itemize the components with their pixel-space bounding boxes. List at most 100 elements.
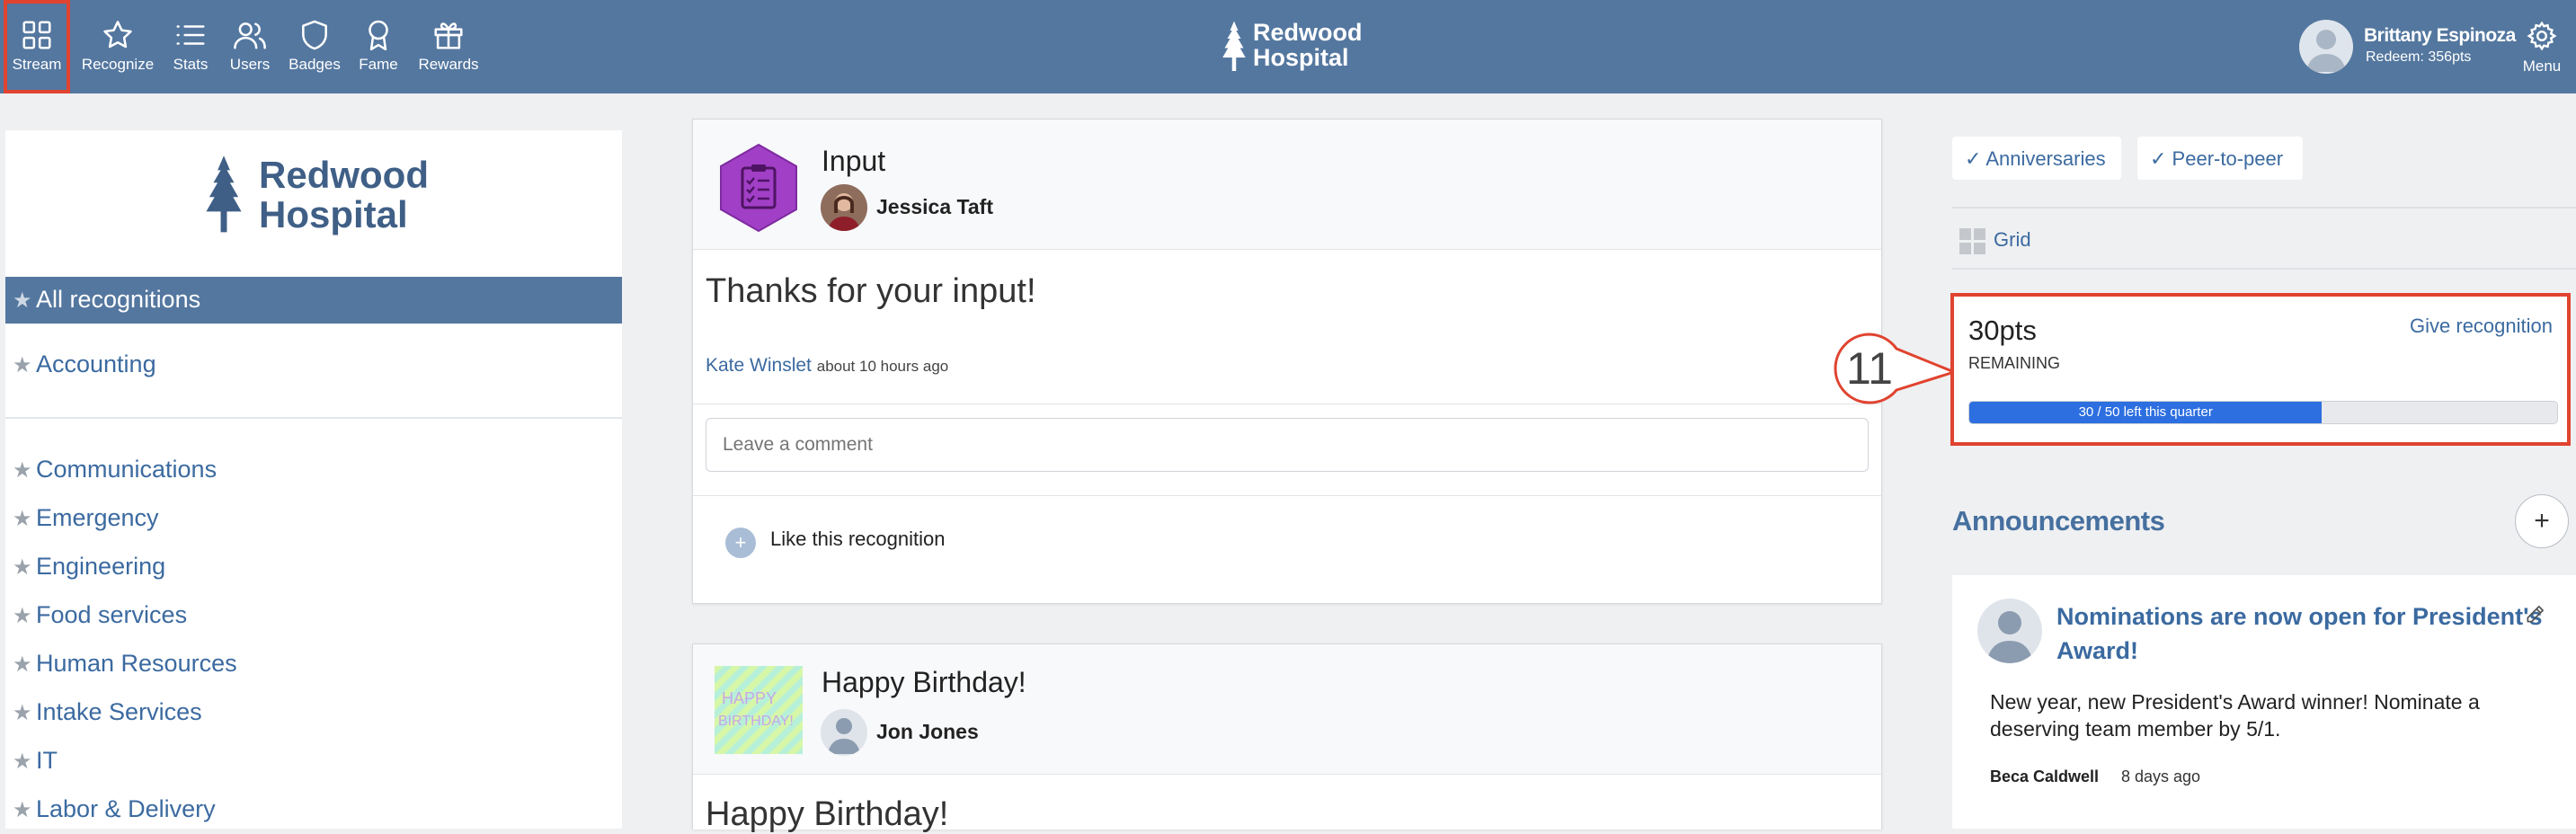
star-icon: ★ bbox=[13, 701, 32, 725]
recognition-card-header: HAPPY BIRTHDAY! Happy Birthday! Jon Jone… bbox=[693, 644, 1881, 775]
award-icon bbox=[369, 20, 388, 51]
give-recognition-link[interactable]: Give recognition bbox=[2410, 315, 2553, 338]
badge-checklist-icon[interactable] bbox=[718, 143, 799, 233]
comment-input[interactable] bbox=[706, 419, 1857, 471]
sidebar-item-label: Communications bbox=[36, 456, 218, 483]
sidebar-item-labor-delivery[interactable]: ★ Labor & Delivery bbox=[5, 786, 622, 833]
star-icon: ★ bbox=[13, 798, 32, 822]
sidebar-item-accounting[interactable]: ★ Accounting bbox=[5, 342, 622, 388]
recognition-message: Thanks for your input! bbox=[706, 272, 1036, 310]
step-number-label: 11 bbox=[1846, 343, 1893, 394]
recipient-name[interactable]: Jessica Taft bbox=[876, 195, 993, 219]
recipient-name[interactable]: Jon Jones bbox=[876, 720, 979, 744]
sidebar-item-label: Engineering bbox=[36, 553, 166, 580]
announcement-title-line2[interactable]: Award! bbox=[2056, 634, 2138, 667]
nav-stream-label: Stream bbox=[12, 56, 62, 73]
user-name[interactable]: Brittany Espinoza bbox=[2364, 25, 2516, 47]
sidebar-item-all-recognitions[interactable]: ★ All recognitions bbox=[5, 277, 622, 324]
sidebar-item-label: All recognitions bbox=[36, 286, 201, 313]
nav-stream[interactable]: Stream bbox=[4, 0, 70, 93]
announcement-body-line1: New year, new President's Award winner! … bbox=[1990, 690, 2480, 714]
sidebar-item-label: Food services bbox=[36, 601, 188, 628]
menu-button[interactable]: Menu bbox=[2517, 0, 2567, 93]
nav-badges-label: Badges bbox=[289, 56, 341, 73]
filter-peer-to-peer[interactable]: ✓ Peer-to-peer bbox=[2137, 137, 2303, 180]
nav-recognize-label: Recognize bbox=[81, 56, 155, 73]
badge-title[interactable]: Happy Birthday! bbox=[822, 666, 1026, 699]
star-icon: ★ bbox=[13, 507, 32, 531]
sidebar-item-label: Human Resources bbox=[36, 650, 237, 677]
brand-name-line2: Hospital bbox=[1253, 44, 1349, 71]
nav-stats[interactable]: Stats bbox=[167, 0, 214, 93]
filter-label: ✓ Anniversaries bbox=[1965, 147, 2106, 170]
grid-view-icon bbox=[1959, 228, 1985, 254]
nav-stats-label: Stats bbox=[173, 56, 209, 73]
recognition-byline: Kate Winslet about 10 hours ago bbox=[706, 355, 948, 377]
recognition-card-header: Input Jessica Taft bbox=[693, 120, 1881, 250]
sidebar-divider bbox=[5, 417, 622, 419]
recognition-time: about 10 hours ago bbox=[816, 358, 949, 375]
points-progress-bar: 30 / 50 left this quarter bbox=[1968, 401, 2558, 424]
category-sidebar: Redwood Hospital ★ All recognitions ★ Ac… bbox=[5, 130, 622, 829]
like-plus-icon[interactable]: + bbox=[725, 528, 756, 558]
like-button[interactable]: Like this recognition bbox=[770, 528, 945, 551]
sidebar-item-human-resources[interactable]: ★ Human Resources bbox=[5, 641, 622, 688]
nav-rewards-label: Rewards bbox=[418, 56, 479, 73]
star-icon: ★ bbox=[13, 288, 32, 313]
star-icon: ★ bbox=[13, 652, 32, 677]
nav-fame[interactable]: Fame bbox=[352, 0, 404, 93]
announcement-date: 8 days ago bbox=[2121, 767, 2201, 785]
users-icon bbox=[234, 22, 266, 49]
sidebar-brand-line2: Hospital bbox=[259, 193, 408, 235]
nav-rewards[interactable]: Rewards bbox=[413, 0, 484, 93]
sidebar-item-communications[interactable]: ★ Communications bbox=[5, 447, 622, 493]
sidebar-item-intake-services[interactable]: ★ Intake Services bbox=[5, 689, 622, 736]
nav-users-label: Users bbox=[229, 56, 271, 73]
sidebar-item-food-services[interactable]: ★ Food services bbox=[5, 592, 622, 639]
recognition-card: HAPPY BIRTHDAY! Happy Birthday! Jon Jone… bbox=[692, 643, 1882, 833]
points-value: 30pts bbox=[1968, 315, 2037, 346]
birthday-image-text-line1: HAPPY bbox=[722, 689, 777, 707]
nav-badges[interactable]: Badges bbox=[286, 0, 343, 93]
star-icon: ★ bbox=[13, 555, 32, 580]
badge-title[interactable]: Input bbox=[822, 145, 885, 178]
recipient-avatar[interactable] bbox=[821, 184, 867, 231]
sidebar-item-emergency[interactable]: ★ Emergency bbox=[5, 495, 622, 542]
user-redeem-points[interactable]: Redeem: 356pts bbox=[2366, 49, 2471, 66]
star-icon: ★ bbox=[13, 353, 32, 377]
sidebar-item-it[interactable]: ★ IT bbox=[5, 738, 622, 785]
add-announcement-button[interactable]: + bbox=[2515, 494, 2569, 548]
card-divider bbox=[693, 495, 1881, 496]
grid-icon bbox=[22, 21, 51, 49]
sidebar-item-label: Intake Services bbox=[36, 698, 202, 725]
star-icon: ★ bbox=[13, 458, 32, 483]
right-divider bbox=[1952, 268, 2576, 270]
sidebar-item-label: Emergency bbox=[36, 504, 159, 531]
points-remaining-panel: 30pts REMAINING Give recognition 30 / 50… bbox=[1950, 293, 2571, 446]
person-silhouette-icon bbox=[1986, 611, 2033, 663]
nav-users[interactable]: Users bbox=[225, 0, 275, 93]
filter-anniversaries[interactable]: ✓ Anniversaries bbox=[1952, 137, 2121, 180]
top-navbar: Stream Recognize Stats Users Badges Fame… bbox=[0, 0, 2576, 93]
sidebar-item-engineering[interactable]: ★ Engineering bbox=[5, 544, 622, 590]
birthday-image-text-line2: BIRTHDAY! bbox=[718, 714, 794, 729]
edit-pencil-icon[interactable] bbox=[2524, 602, 2547, 626]
comment-field[interactable] bbox=[706, 418, 1869, 472]
announcement-author[interactable]: Beca Caldwell bbox=[1990, 767, 2099, 786]
brand-name-line1: Redwood bbox=[1253, 19, 1363, 46]
nav-recognize[interactable]: Recognize bbox=[79, 0, 156, 93]
birthday-badge-image[interactable]: HAPPY BIRTHDAY! bbox=[715, 666, 803, 754]
recognition-card: Input Jessica Taft Thanks for your input… bbox=[692, 119, 1882, 604]
gift-icon bbox=[434, 22, 463, 49]
announcement-title-line1[interactable]: Nominations are now open for President's bbox=[2056, 600, 2543, 633]
person-silhouette-icon bbox=[2306, 30, 2346, 72]
sender-name[interactable]: Kate Winslet bbox=[706, 355, 812, 376]
star-icon: ★ bbox=[13, 604, 32, 628]
person-photo-icon bbox=[821, 184, 867, 231]
announcement-body-line2: deserving team member by 5/1. bbox=[1990, 717, 2281, 741]
user-avatar[interactable] bbox=[2299, 20, 2353, 74]
tree-icon bbox=[1222, 21, 1246, 71]
recipient-avatar[interactable] bbox=[821, 709, 867, 756]
sidebar-item-label: IT bbox=[36, 747, 58, 774]
nav-fame-label: Fame bbox=[359, 56, 398, 73]
